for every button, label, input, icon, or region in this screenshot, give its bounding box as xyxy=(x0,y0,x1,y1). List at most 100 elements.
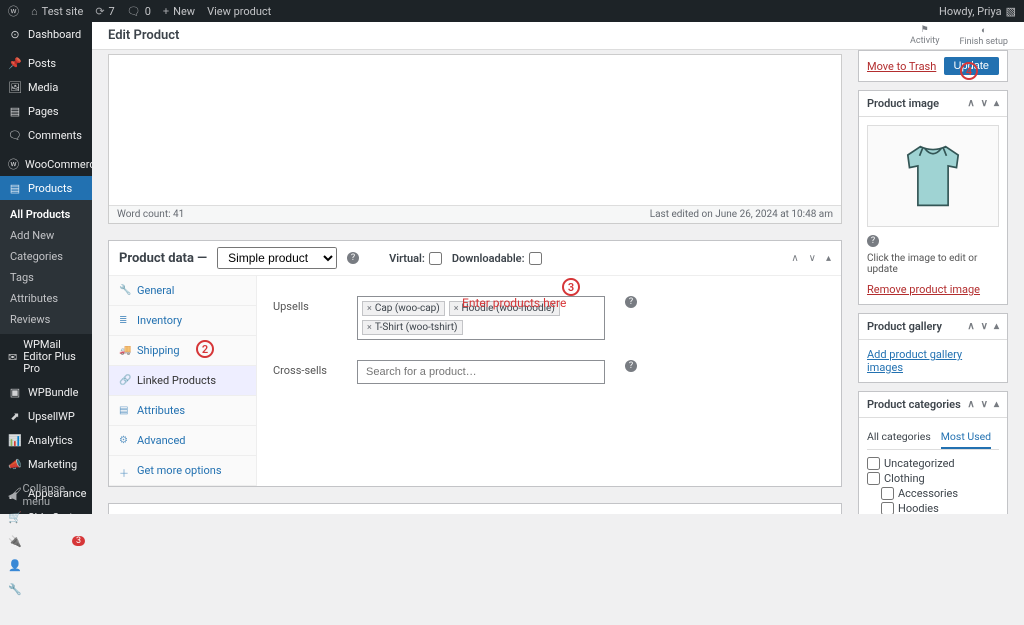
help-icon[interactable]: ? xyxy=(347,252,359,264)
user-icon: 👤 xyxy=(8,558,22,572)
sidebar-item-dashboard[interactable]: ⊙Dashboard xyxy=(0,22,92,46)
move-down-icon[interactable]: ∨ xyxy=(809,253,816,264)
toggle-icon[interactable]: ▴ xyxy=(826,253,831,264)
sub-all-products[interactable]: All Products xyxy=(0,204,92,225)
add-gallery-images-link[interactable]: Add product gallery images xyxy=(867,348,962,374)
word-count: Word count: 41 xyxy=(117,209,184,220)
move-down-icon[interactable]: ∨ xyxy=(981,98,988,109)
sidebar-item-upsellwp[interactable]: ⬈UpsellWP xyxy=(0,404,92,428)
downloadable-checkbox[interactable] xyxy=(529,252,542,265)
up-icon: ⬈ xyxy=(8,409,22,423)
tab-shipping[interactable]: 🚚Shipping xyxy=(109,336,256,366)
product-data-heading: Product data — xyxy=(119,251,207,266)
upsells-input[interactable]: ×Cap (woo-cap) ×Hoodie (woo-hoodie) ×T-S… xyxy=(357,296,605,340)
toggle-icon[interactable]: ▴ xyxy=(994,399,999,410)
new-link[interactable]: +New xyxy=(163,5,195,18)
page-title: Edit Product xyxy=(108,28,179,43)
tab-general[interactable]: 🔧General xyxy=(109,276,256,306)
product-type-select[interactable]: Simple product xyxy=(217,247,337,269)
virtual-label: Virtual: xyxy=(389,252,425,265)
categories-tab-all[interactable]: All categories xyxy=(867,426,931,449)
cat-clothing-checkbox[interactable] xyxy=(867,472,880,485)
sidebar-item-users[interactable]: 👤Users xyxy=(0,553,92,577)
move-up-icon[interactable]: ∧ xyxy=(791,253,798,264)
tab-more-options[interactable]: ＋Get more options xyxy=(109,456,256,486)
tab-linked-products[interactable]: 🔗Linked Products xyxy=(109,366,256,396)
title-bar: Edit Product ⚑Activity ◐Finish setup xyxy=(92,22,1024,50)
cat-hoodies-checkbox[interactable] xyxy=(881,502,894,514)
attrs-icon: ▤ xyxy=(119,405,131,417)
tab-attributes[interactable]: ▤Attributes xyxy=(109,396,256,426)
cat-label: Hoodies xyxy=(898,502,939,514)
upsell-tag[interactable]: ×Cap (woo-cap) xyxy=(362,301,445,316)
sidebar-item-wpbundle[interactable]: ▣WPBundle xyxy=(0,380,92,404)
move-up-icon[interactable]: ∧ xyxy=(967,98,974,109)
remove-tag-icon[interactable]: × xyxy=(367,323,372,333)
home-icon: ⌂ xyxy=(31,5,38,18)
sidebar-item-products[interactable]: ▤Products xyxy=(0,176,92,200)
upsell-tag[interactable]: ×T-Shirt (woo-tshirt) xyxy=(362,320,463,335)
sidebar-item-tools[interactable]: 🔧Tools xyxy=(0,577,92,601)
sub-reviews[interactable]: Reviews xyxy=(0,309,92,330)
product-gallery-box: Product gallery ∧∨▴ Add product gallery … xyxy=(858,313,1008,383)
sidebar-item-settings[interactable]: ⚙Settings xyxy=(0,601,92,625)
update-button[interactable]: Update xyxy=(944,57,999,75)
updates-link[interactable]: ⟳7 xyxy=(95,5,114,18)
sidebar-item-posts[interactable]: 📌Posts xyxy=(0,51,92,75)
sidebar-item-wpmail[interactable]: ✉WPMail Editor Plus Pro xyxy=(0,334,92,380)
collapse-menu[interactable]: ◀Collapse menu xyxy=(0,476,92,514)
cat-accessories-checkbox[interactable] xyxy=(881,487,894,500)
sidebar-item-comments[interactable]: 🗨Comments xyxy=(0,123,92,147)
cat-uncategorized-checkbox[interactable] xyxy=(867,457,880,470)
greeting[interactable]: Howdy, Priya ▧ xyxy=(939,5,1016,18)
plus-icon: + xyxy=(163,5,169,18)
sidebar-item-analytics[interactable]: 📊Analytics xyxy=(0,428,92,452)
wp-logo-icon[interactable]: ⓦ xyxy=(8,3,19,19)
admin-sidebar: ⊙Dashboard 📌Posts 🖼Media ▤Pages 🗨Comment… xyxy=(0,22,92,514)
gauge-icon: ◐ xyxy=(981,25,986,36)
avatar-icon: ▧ xyxy=(1006,5,1016,18)
virtual-checkbox[interactable] xyxy=(429,252,442,265)
remove-tag-icon[interactable]: × xyxy=(454,304,459,314)
crosssells-input[interactable] xyxy=(357,360,605,384)
help-icon[interactable]: ? xyxy=(625,360,637,372)
tab-advanced[interactable]: ⚙Advanced xyxy=(109,426,256,456)
toggle-icon[interactable]: ▴ xyxy=(994,98,999,109)
sub-categories[interactable]: Categories xyxy=(0,246,92,267)
plus-icon: ＋ xyxy=(119,465,131,477)
site-link[interactable]: ⌂Test site xyxy=(31,5,83,18)
sub-add-new[interactable]: Add New xyxy=(0,225,92,246)
sub-tags[interactable]: Tags xyxy=(0,267,92,288)
sidebar-item-marketing[interactable]: 📣Marketing xyxy=(0,452,92,476)
comments-link[interactable]: 🗨0 xyxy=(127,5,151,18)
sub-attributes[interactable]: Attributes xyxy=(0,288,92,309)
sidebar-item-pages[interactable]: ▤Pages xyxy=(0,99,92,123)
remove-tag-icon[interactable]: × xyxy=(367,304,372,314)
editor-shell: Word count: 41 Last edited on June 26, 2… xyxy=(108,54,842,224)
move-down-icon[interactable]: ∨ xyxy=(981,399,988,410)
media-icon: 🖼 xyxy=(8,80,22,94)
move-up-icon[interactable]: ∧ xyxy=(967,321,974,332)
editor-textarea[interactable] xyxy=(109,55,841,205)
product-image-thumbnail[interactable] xyxy=(867,125,999,227)
categories-tab-most-used[interactable]: Most Used xyxy=(941,426,991,449)
sidebar-item-plugins[interactable]: 🔌Plugins3 xyxy=(0,529,92,553)
help-icon[interactable]: ? xyxy=(625,296,637,308)
remove-product-image-link[interactable]: Remove product image xyxy=(867,283,980,296)
sidebar-item-woocommerce[interactable]: ⓦWooCommerce xyxy=(0,152,92,176)
finish-setup-button[interactable]: ◐Finish setup xyxy=(959,25,1008,47)
wrench-icon: 🔧 xyxy=(119,285,131,297)
upsell-tag[interactable]: ×Hoodie (woo-hoodie) xyxy=(449,301,560,316)
toggle-icon[interactable]: ▴ xyxy=(994,321,999,332)
sidebar-item-media[interactable]: 🖼Media xyxy=(0,75,92,99)
view-product-link[interactable]: View product xyxy=(207,5,271,18)
comment-icon: 🗨 xyxy=(127,5,141,18)
comment-icon: 🗨 xyxy=(8,128,22,142)
help-icon[interactable]: ? xyxy=(867,235,879,247)
move-to-trash-link[interactable]: Move to Trash xyxy=(867,60,936,73)
content-area: Edit Product ⚑Activity ◐Finish setup Wor… xyxy=(92,22,1024,514)
move-up-icon[interactable]: ∧ xyxy=(967,399,974,410)
move-down-icon[interactable]: ∨ xyxy=(981,321,988,332)
activity-button[interactable]: ⚑Activity xyxy=(910,25,939,47)
tab-inventory[interactable]: ≣Inventory xyxy=(109,306,256,336)
